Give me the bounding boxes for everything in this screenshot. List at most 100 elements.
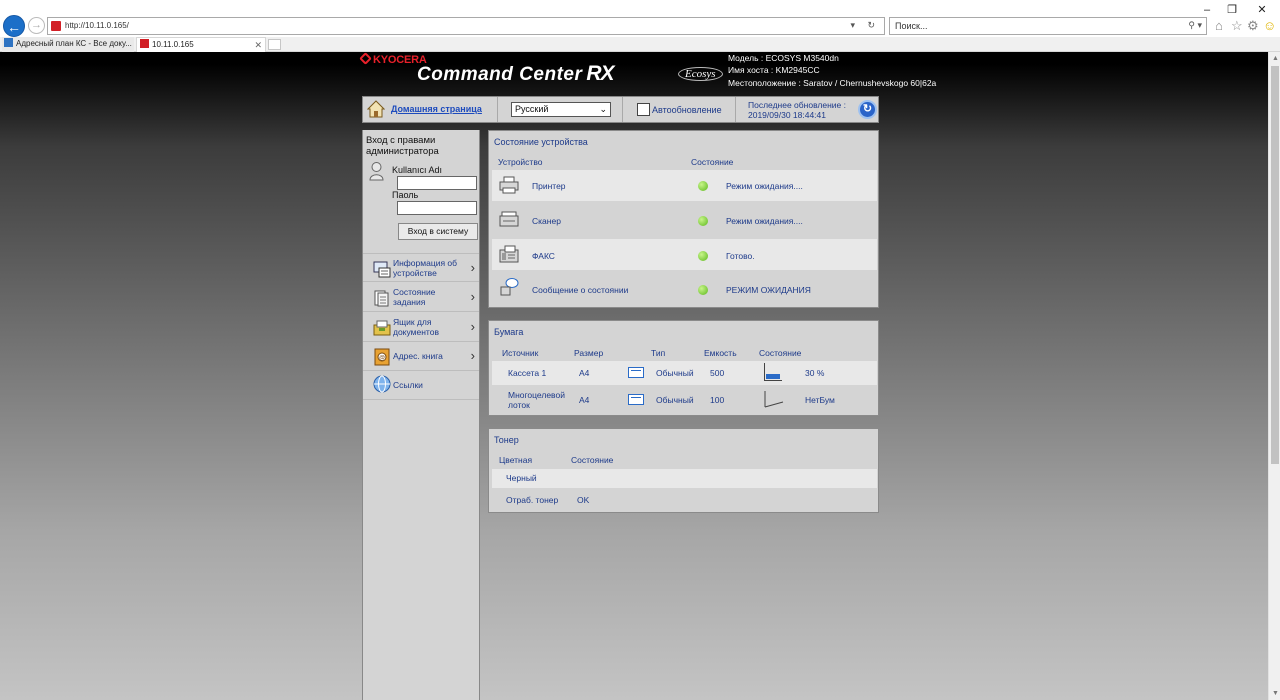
column-header-color: Цветная [499,455,533,465]
device-info-icon [373,261,391,278]
password-input[interactable] [397,201,477,215]
job-status-icon [374,290,389,307]
sidebar-item-label: Состояние задания [393,287,436,307]
search-icon[interactable]: ⚲ ▾ [1188,20,1202,31]
device-model: Модель : ECOSYS M3540dn [728,53,839,63]
chevron-right-icon: › [470,260,475,275]
browser-tab-active[interactable]: 10.11.0.165 ✕ [136,37,266,52]
back-arrow-icon: ← [7,19,21,35]
paper-source: Многоцелевой лоток [508,390,565,410]
site-favicon-icon [51,21,61,31]
product-title: Command Center RX [417,62,615,86]
back-button[interactable]: ← [3,15,25,37]
browser-tab[interactable]: Адресный план КС - Все доку... [2,37,134,52]
product-name: Command Center [417,64,583,85]
paper-status: 30 % [805,368,825,378]
restore-icon[interactable]: ❐ [1220,2,1244,18]
tab-label: Адресный план КС - Все доку... [16,39,132,48]
favorites-star-icon[interactable]: ☆ [1231,18,1243,34]
refresh-button[interactable]: ↻ [858,100,877,119]
language-select[interactable]: Русский ⌄ [511,102,611,117]
search-box[interactable]: Поиск... ⚲ ▾ [889,17,1207,35]
svg-text:@: @ [379,356,385,362]
address-bar[interactable]: http://10.11.0.165/ ▾ ↻ [47,17,885,35]
minimize-icon[interactable]: – [1195,2,1219,18]
paper-capacity: 500 [710,368,725,378]
status-ready-icon [698,285,708,295]
home-page-icon[interactable] [367,100,385,118]
scrollbar-thumb[interactable] [1271,66,1279,464]
device-row-scanner: Сканер Режим ожидания.... [492,204,877,235]
toner-color: Черный [506,473,537,483]
device-name: ФАКС [532,251,555,261]
device-name: Принтер [532,181,566,191]
settings-gear-icon[interactable]: ⚙ [1247,18,1259,34]
home-page-link[interactable]: Домашняя страница [391,104,482,114]
tray-level-fill [766,374,780,379]
device-status: Режим ожидания.... [726,181,803,191]
forward-button[interactable]: → [28,17,45,34]
column-header-type: Тип [651,348,666,358]
address-controls[interactable]: ▾ ↻ [850,20,880,31]
address-url[interactable]: http://10.11.0.165/ [65,21,129,30]
tab-close-icon[interactable]: ✕ [254,38,262,52]
paper-orientation-icon [628,367,644,378]
divider [622,97,623,122]
scroll-down-icon[interactable]: ▼ [1272,690,1279,697]
sidebar-item-job-status[interactable]: Состояние задания › [363,283,479,312]
document-box-icon [373,320,391,336]
vertical-scrollbar[interactable]: ▲ ▼ [1268,52,1280,700]
device-status-panel: Состояние устройства Устройство Состояни… [488,130,879,308]
forward-arrow-icon: → [31,19,42,31]
sidebar-item-label: Адрес. книга [393,351,443,361]
web-page: KYOCERA Command Center RX Ecosys Модель :… [0,52,1268,700]
tray-level-icon [764,363,782,381]
auto-refresh-checkbox[interactable] [637,103,650,116]
sidebar-item-links[interactable]: Ссылки [363,371,479,400]
chevron-down-icon: ⌄ [599,104,607,114]
paper-size: A4 [579,368,590,378]
panel-title: Состояние устройства [494,137,588,147]
sidebar-item-address-book[interactable]: @ Адрес. книга › [363,342,479,371]
column-header-status: Состояние [571,455,614,465]
home-icon[interactable]: ⌂ [1215,18,1223,33]
panel-title: Тонер [494,435,519,445]
kyocera-mark-icon [359,52,372,65]
tray-empty-icon [764,391,784,408]
column-header-status: Состояние [759,348,802,358]
paper-size: A4 [579,395,590,405]
login-button[interactable]: Вход в систему [398,223,478,240]
device-row-fax: ФАКС Готово. [492,239,877,270]
last-update-label: Последнее обновление : [748,100,846,110]
smiley-feedback-icon[interactable]: ☺ [1263,18,1276,33]
waste-toner-status: OK [577,495,590,505]
address-book-icon: @ [374,348,390,366]
sidebar-item-document-box[interactable]: Ящик для документов › [363,313,479,342]
last-update-value: 2019/09/30 18:44:41 [748,110,826,120]
search-placeholder[interactable]: Поиск... [895,21,927,31]
scroll-up-icon[interactable]: ▲ [1272,55,1279,62]
status-message-icon [500,278,519,296]
sidebar-item-device-info[interactable]: Информация об устройстве › [363,253,479,282]
toner-panel: Тонер Цветная Состояние Черный Отраб. то… [488,428,879,513]
paper-orientation-icon [628,394,644,405]
paper-type: Обычный [656,395,694,405]
paper-source: Кассета 1 [508,368,547,378]
ecosys-logo: Ecosys [678,67,723,81]
new-tab-button[interactable] [268,39,281,50]
paper-row-cassette-1: Кассета 1 A4 Обычный 500 30 % [492,361,877,385]
chevron-right-icon: › [470,319,475,334]
chevron-right-icon: › [470,348,475,363]
fax-icon [499,245,519,263]
device-info: Модель : ECOSYS M3540dn Имя хоста : KM29… [728,52,936,89]
device-name: Сканер [532,216,561,226]
toner-row-black: Черный [492,469,877,488]
status-ready-icon [698,181,708,191]
column-header-capacity: Емкость [704,348,737,358]
paper-type: Обычный [656,368,694,378]
username-input[interactable] [397,176,477,190]
refresh-icon: ↻ [862,103,873,115]
tab-label: 10.11.0.165 [152,40,194,49]
user-icon [369,162,384,181]
close-window-icon[interactable]: ✕ [1250,2,1274,18]
